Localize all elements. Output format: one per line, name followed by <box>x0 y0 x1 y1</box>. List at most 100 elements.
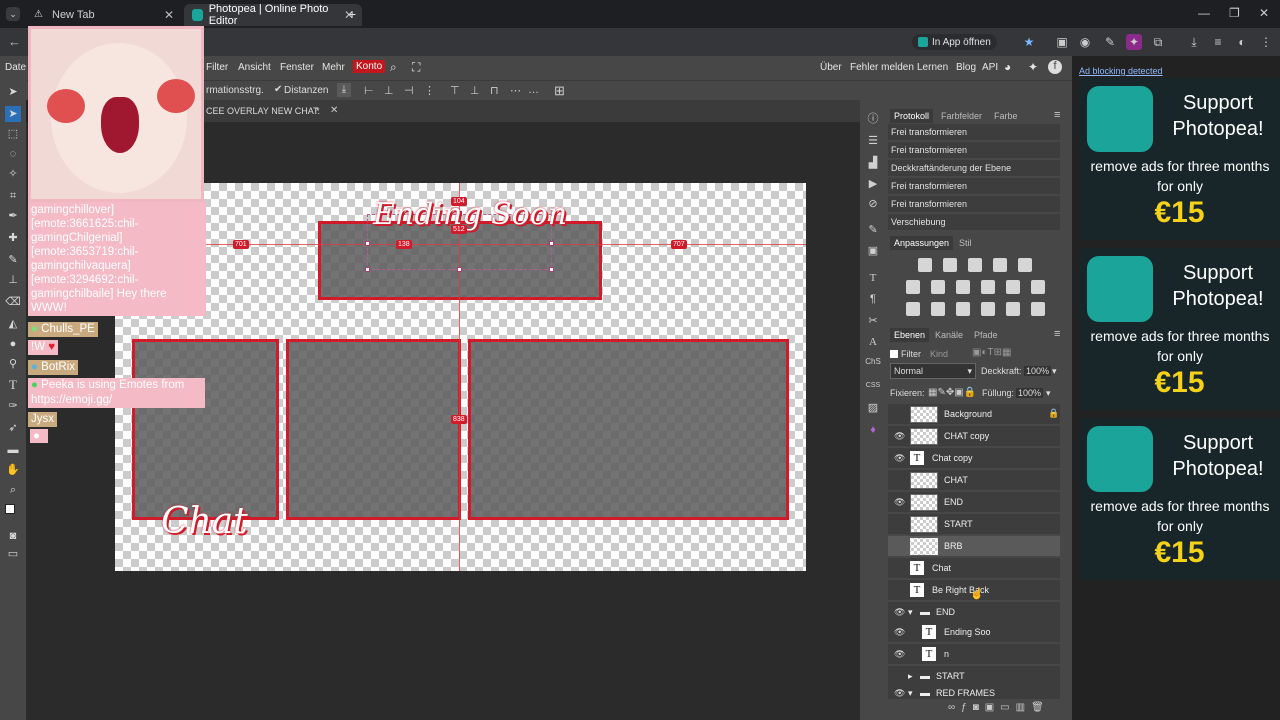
distances-label[interactable]: Distanzen <box>284 85 328 96</box>
color-swatch-icon[interactable] <box>5 504 21 520</box>
align-top-icon[interactable]: ⊤ <box>450 84 460 97</box>
layer-group-row[interactable]: 👁 ▾ ▬ RED FRAMES <box>888 686 1060 700</box>
twitter-icon[interactable]: ✦ <box>1028 60 1038 74</box>
menu-view[interactable]: Ansicht <box>238 62 271 73</box>
swatch-icon[interactable]: ▣ <box>865 243 881 259</box>
extension-icon[interactable]: ▣ <box>1054 34 1070 50</box>
back-icon[interactable]: ← <box>8 34 21 49</box>
align-left-icon[interactable]: ⊢ <box>364 84 374 97</box>
chevron-right-icon[interactable]: ▸ <box>908 671 913 682</box>
gem-icon[interactable]: ♦ <box>865 422 881 438</box>
lasso-tool-icon[interactable]: ◌ <box>5 146 21 162</box>
close-window-icon[interactable]: ✕ <box>1259 6 1269 20</box>
tab-color[interactable]: Farbe <box>994 111 1018 121</box>
levels-icon[interactable] <box>943 258 957 272</box>
crop-tool-icon[interactable]: ⌗ <box>5 188 21 204</box>
download-icon[interactable]: ⤓ <box>1186 34 1202 50</box>
move-tool-icon[interactable]: ➤ <box>5 84 21 100</box>
eye-icon[interactable]: 👁 <box>894 688 905 698</box>
search-icon[interactable]: ⌕ <box>390 60 397 75</box>
path-select-icon[interactable]: ➶ <box>5 420 21 436</box>
curves-icon[interactable] <box>968 258 982 272</box>
more-icon[interactable]: … <box>528 84 539 96</box>
bw-icon[interactable] <box>956 280 970 294</box>
visibility-off-icon[interactable] <box>894 671 904 681</box>
text-tool-icon[interactable]: T <box>5 377 21 393</box>
eye-icon[interactable]: 👁 <box>894 627 905 637</box>
ad-banner[interactable]: Support Photopea! remove ads for three m… <box>1079 248 1280 410</box>
wand-tool-icon[interactable]: ✧ <box>5 166 21 182</box>
character-icon[interactable]: T <box>865 270 881 286</box>
chevron-down-icon[interactable]: ▾ <box>908 607 913 618</box>
align-middle-icon[interactable]: ⊥ <box>470 84 480 97</box>
filter-kind-select[interactable]: Kind <box>930 349 948 359</box>
fullscreen-icon[interactable]: ⛶ <box>412 60 420 75</box>
layer-row[interactable]: START <box>888 514 1060 535</box>
close-document-icon[interactable]: ✕ <box>330 105 338 116</box>
open-in-app-button[interactable]: In App öffnen <box>912 34 997 50</box>
eye-icon[interactable]: 👁 <box>894 649 905 659</box>
glyphs-icon[interactable]: A <box>865 334 881 350</box>
panel-menu-icon[interactable]: ≡ <box>1054 328 1060 340</box>
threshold-icon[interactable] <box>956 302 970 316</box>
eraser-tool-icon[interactable]: ⌫ <box>5 294 21 310</box>
chevron-down-icon[interactable]: ▾ <box>1052 366 1057 377</box>
visibility-off-icon[interactable] <box>894 541 904 551</box>
brush-tool-icon[interactable]: ✎ <box>5 252 21 268</box>
hand-tool-icon[interactable]: ✋ <box>5 462 21 478</box>
ad-blocking-link[interactable]: Ad blocking detected <box>1079 66 1163 76</box>
menu-api[interactable]: API <box>982 62 998 73</box>
blur-tool-icon[interactable]: ● <box>5 336 21 352</box>
puzzle-icon[interactable]: ⧉ <box>1150 34 1166 50</box>
bookmark-star-icon[interactable]: ★ <box>1021 34 1037 50</box>
visibility-off-icon[interactable] <box>894 409 904 419</box>
image-icon[interactable]: ▨ <box>865 400 881 416</box>
layer-row[interactable]: T Chat <box>888 558 1060 579</box>
layer-row[interactable]: 👁 CHAT copy <box>888 426 1060 447</box>
ad-banner[interactable]: Support Photopea! remove ads for three m… <box>1079 78 1280 240</box>
align-bottom-icon[interactable]: ⊓ <box>490 84 499 97</box>
layer-row[interactable]: 👁 END <box>888 492 1060 513</box>
facebook-icon[interactable]: f <box>1048 60 1062 74</box>
posterize-icon[interactable] <box>931 302 945 316</box>
tab-paths[interactable]: Pfade <box>974 330 998 340</box>
layer-row[interactable]: T Be Right Back ☝ <box>888 580 1060 601</box>
visibility-off-icon[interactable] <box>894 475 904 485</box>
transform-handle[interactable] <box>549 241 554 246</box>
menu-window[interactable]: Fenster <box>280 62 314 73</box>
lock-icons[interactable]: ▦✎✥▣🔒 <box>928 387 976 398</box>
tab-channels[interactable]: Kanäle <box>935 330 963 340</box>
align-right-icon[interactable]: ⊣ <box>404 84 414 97</box>
menu-more[interactable]: Mehr <box>322 62 345 73</box>
lookup-icon[interactable] <box>1031 280 1045 294</box>
vibrance-icon[interactable] <box>1018 258 1032 272</box>
photo-filter-icon[interactable] <box>981 280 995 294</box>
eye-icon[interactable]: 👁 <box>894 607 905 617</box>
eye-icon[interactable]: 👁 <box>894 497 905 507</box>
history-item[interactable]: Frei transformieren <box>888 142 1060 159</box>
filter-checkbox[interactable] <box>890 350 898 358</box>
tab-new-tab[interactable]: ⚠ New Tab ✕ <box>26 4 182 26</box>
media-icon[interactable]: ≡ <box>1210 34 1226 50</box>
paragraph-icon[interactable]: ¶ <box>865 291 881 307</box>
history-item[interactable]: Deckkraftänderung der Ebene <box>888 160 1060 177</box>
minimize-icon[interactable]: — <box>1198 6 1210 20</box>
chevron-down-icon[interactable]: ▾ <box>1046 388 1051 399</box>
menu-learn[interactable]: Lernen <box>917 62 948 73</box>
reddit-icon[interactable]: ◕ <box>1004 60 1011 74</box>
transform-handle[interactable] <box>457 267 462 272</box>
dodge-tool-icon[interactable]: ⚲ <box>5 356 21 372</box>
tab-adjustments[interactable]: Anpassungen <box>890 236 954 250</box>
tab-style[interactable]: Stil <box>959 238 972 248</box>
histogram-icon[interactable]: ▟ <box>865 155 881 171</box>
layer-row-selected[interactable]: BRB <box>888 536 1060 557</box>
selective-color-icon[interactable] <box>1006 302 1020 316</box>
actions-play-icon[interactable]: ▶ <box>865 176 881 192</box>
screen-mode-icon[interactable]: ▭ <box>5 546 21 562</box>
transform-controls-label[interactable]: rmationsstrg. <box>206 85 264 96</box>
maximize-icon[interactable]: ❐ <box>1229 6 1240 20</box>
history-item[interactable]: Frei transformieren <box>888 124 1060 141</box>
grid-icon[interactable]: ⊞ <box>554 83 565 99</box>
stamp-tool-icon[interactable]: ⊥ <box>5 272 21 288</box>
panel-menu-icon[interactable]: ≡ <box>1054 109 1060 121</box>
